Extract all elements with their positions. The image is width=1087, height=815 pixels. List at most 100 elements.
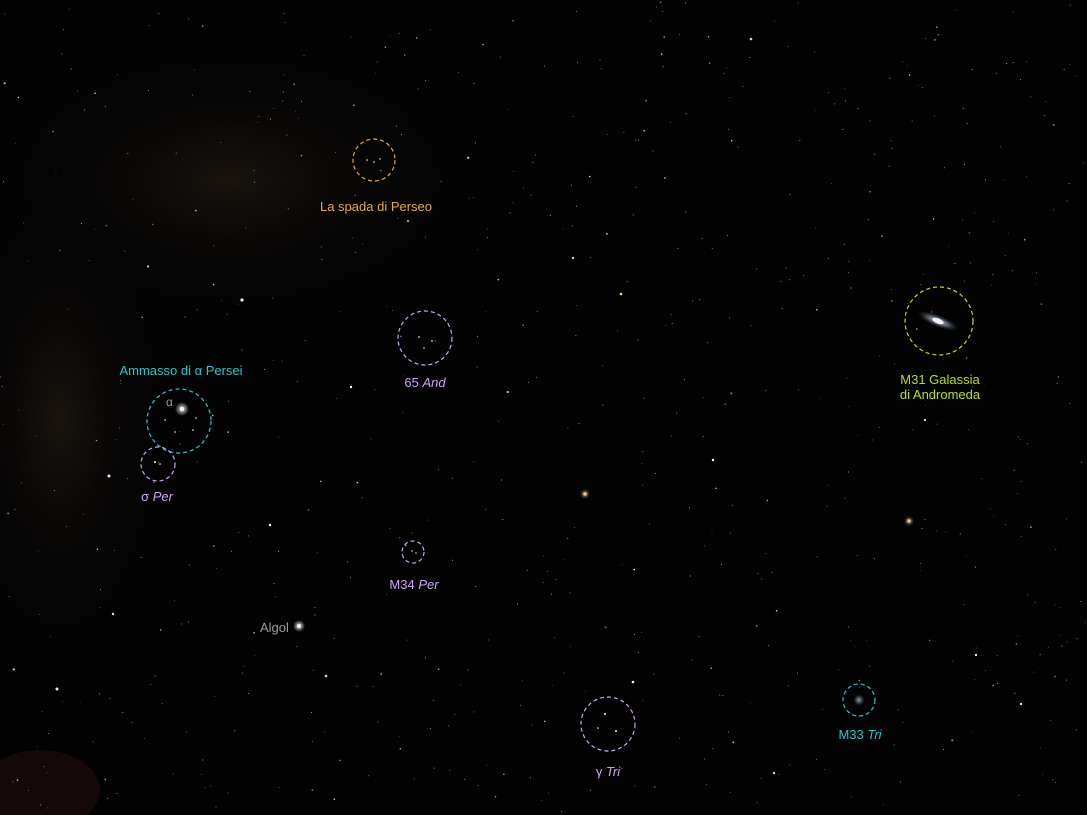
faint-star [34,435,36,437]
faint-star [368,775,370,777]
faint-star [140,557,142,558]
faint-star [866,639,868,641]
faint-star [854,646,856,648]
faint-star [823,769,825,771]
faint-star [122,712,124,713]
faint-star [212,283,215,286]
faint-star [376,61,378,63]
faint-star [53,490,55,492]
faint-star [403,54,406,56]
faint-star [664,177,666,179]
faint-star [691,659,693,661]
faint-star [356,685,358,687]
faint-star [400,335,402,338]
faint-star [670,435,672,437]
faint-star [997,682,998,684]
faint-star [635,186,637,188]
faint-star [402,412,404,414]
faint-star [654,786,656,788]
faint-star [499,56,501,58]
star [974,653,978,657]
faint-star [787,46,789,48]
faint-star [104,106,106,108]
star [631,680,635,684]
faint-star [575,335,577,337]
faint-star [281,360,283,362]
faint-star [96,548,99,550]
faint-star [304,340,306,341]
faint-star [856,555,858,556]
faint-star [449,770,451,771]
faint-star [61,53,63,55]
faint-star [699,299,701,301]
faint-star [301,100,303,102]
faint-star [702,435,704,437]
faint-star [1018,794,1020,796]
faint-star [8,596,10,597]
faint-star [1075,75,1077,77]
faint-star [1020,439,1022,441]
faint-star [797,2,799,4]
faint-star [755,624,758,628]
faint-star [732,741,735,743]
faint-star [857,107,859,109]
faint-star [1012,11,1014,13]
gamma-tri-label: γ Tri [596,764,620,779]
faint-star [215,806,217,808]
faint-star [737,146,739,148]
faint-star [894,363,895,365]
faint-star [874,558,876,560]
faint-star [1066,200,1068,202]
gamma-tri-constellation: Tri [605,764,621,779]
faint-star [850,287,852,289]
faint-star [186,731,187,733]
faint-star [760,777,762,779]
faint-star [589,257,591,258]
faint-star [560,811,562,813]
faint-star [660,53,663,55]
faint-star [158,462,160,463]
faint-star [1063,69,1065,70]
faint-star [296,381,298,383]
faint-star [962,107,965,110]
faint-star [536,376,538,378]
faint-star [859,686,861,688]
faint-star [283,74,285,76]
faint-star [780,280,782,282]
faint-star [543,555,545,557]
perseus-sword-label: La spada di Perseo [320,199,432,214]
faint-star [902,722,904,724]
faint-star [214,695,216,697]
faint-star [882,804,884,806]
star [268,523,272,527]
faint-star [728,128,729,130]
faint-star [49,636,51,638]
faint-star [989,508,991,510]
faint-star [115,439,116,441]
faint-star [399,748,402,750]
faint-star [1,386,3,387]
faint-star [983,385,985,387]
faint-star [312,741,313,742]
faint-star [196,309,198,311]
faint-star [148,25,150,27]
faint-star [23,222,25,224]
faint-star [181,623,183,625]
faint-star [1059,607,1061,609]
faint-star [730,392,733,395]
faint-star [1026,443,1028,445]
faint-star [227,400,229,402]
faint-star [477,249,479,251]
faint-star [850,640,852,642]
faint-star [970,262,972,264]
faint-star [119,427,121,429]
faint-star [467,156,470,159]
m33-galaxy-image [853,694,865,706]
faint-star [562,228,564,230]
faint-star [710,667,712,669]
faint-star [925,404,926,406]
faint-star [931,311,933,313]
faint-star [92,741,94,743]
faint-star [761,578,763,580]
faint-star [273,582,275,584]
